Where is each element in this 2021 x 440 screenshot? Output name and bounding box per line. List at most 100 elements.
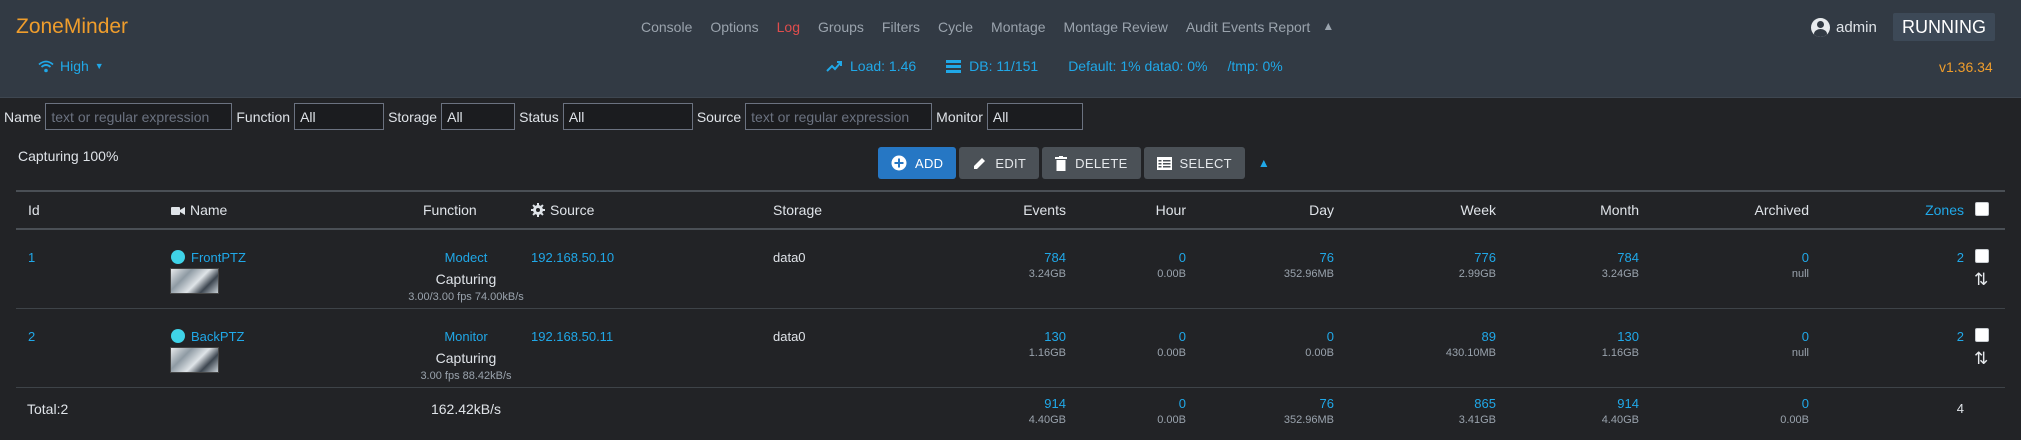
filter-monitor-label: Monitor [936,108,983,125]
totals-row: Total:2 162.42kB/s 914 4.40GB 0 0.00B 76 35… [16,388,2005,428]
function-link[interactable]: Modect [445,250,488,265]
filter-name-label: Name [4,108,42,125]
month-count[interactable]: 130 [1617,329,1639,344]
function-filter-select[interactable]: All [294,103,385,130]
month-cell: 784 3.24GB [1529,250,1639,280]
run-state-button[interactable]: RUNNING [1893,13,1995,41]
menu-cycle[interactable]: Cycle [938,19,973,35]
col-day[interactable]: Day [1224,202,1334,218]
menu-montage[interactable]: Montage [991,19,1045,35]
total-week-cell: 865 3.41GB [1386,396,1496,426]
total-hour[interactable]: 0 [1179,396,1186,411]
function-link[interactable]: Monitor [444,329,487,344]
menu-filters[interactable]: Filters [882,19,920,35]
monitor-name[interactable]: BackPTZ [191,329,244,344]
total-events[interactable]: 914 [1044,396,1066,411]
brand-logo[interactable]: ZoneMinder [16,15,128,39]
col-storage[interactable]: Storage [773,202,822,218]
monitor-name[interactable]: FrontPTZ [191,250,246,265]
select-all-checkbox[interactable] [1975,202,1989,216]
hour-size: 0.00B [1157,268,1186,280]
col-name[interactable]: Name [171,202,227,218]
name-filter-input[interactable]: text or regular expression [45,103,233,130]
table-row: 1 FrontPTZ Modect Capturing 3.00/3.00 fp… [16,230,2005,309]
monitor-table: Id Name Function Source Storage Events H… [16,190,2005,428]
total-week[interactable]: 865 [1474,396,1496,411]
archived-count[interactable]: 0 [1802,329,1809,344]
source-filter-input[interactable]: text or regular expression [745,103,933,130]
zones-count[interactable]: 2 [1854,329,1964,344]
menu-audit-events-report[interactable]: Audit Events Report [1186,19,1311,35]
pencil-icon [974,157,986,169]
hour-count[interactable]: 0 [1179,329,1186,344]
user-avatar-icon [1811,18,1830,37]
hour-count[interactable]: 0 [1179,250,1186,265]
sort-arrows-icon[interactable]: ⇅ [1974,350,1988,368]
capture-status: Capturing [435,271,497,287]
status-dot-icon [171,329,185,343]
week-count[interactable]: 776 [1474,250,1496,265]
events-cell: 130 1.16GB [956,329,1066,359]
load-status: Load: 1.46 [850,58,917,74]
monitor-source[interactable]: 192.168.50.10 [531,250,614,265]
month-count[interactable]: 784 [1617,250,1639,265]
filter-bar: Name text or regular expression Function… [4,103,1087,130]
status-filter-select[interactable]: All [562,103,693,130]
archived-size: null [1791,347,1809,359]
quality-dropdown[interactable]: High ▼ [38,58,104,74]
day-count[interactable]: 76 [1320,250,1334,265]
monitor-filter-select[interactable]: All [986,103,1083,130]
version-link[interactable]: v1.36.34 [1939,59,1993,75]
menu-collapse-icon[interactable]: ▲ [1322,19,1334,35]
total-day-size: 352.96MB [1283,414,1334,426]
monitor-thumbnail[interactable] [170,268,219,294]
list-icon [1156,156,1172,170]
col-hour[interactable]: Hour [1076,202,1186,218]
events-count[interactable]: 784 [1044,250,1066,265]
col-zones[interactable]: Zones [1854,202,1964,218]
col-id[interactable]: Id [28,202,40,218]
monitor-thumbnail[interactable] [170,347,219,373]
monitor-source[interactable]: 192.168.50.11 [531,329,613,344]
toolbar-collapse-icon[interactable]: ▲ [1258,156,1270,170]
week-size: 2.99GB [1458,268,1496,280]
caret-down-icon: ▼ [94,61,104,71]
delete-monitor-button[interactable]: DELETE [1042,147,1141,179]
monitor-id[interactable]: 2 [28,329,35,344]
menu-montage-review[interactable]: Montage Review [1064,19,1168,35]
menu-log[interactable]: Log [777,19,800,35]
col-week[interactable]: Week [1386,202,1496,218]
row-select-checkbox[interactable] [1975,249,1989,263]
menu-groups[interactable]: Groups [818,19,864,35]
zones-count[interactable]: 2 [1854,250,1964,265]
archived-count[interactable]: 0 [1802,250,1809,265]
total-archived[interactable]: 0 [1802,396,1809,411]
user-menu[interactable]: admin [1811,18,1877,37]
col-archived[interactable]: Archived [1699,202,1809,218]
storage-filter-select[interactable]: All [441,103,516,130]
day-count[interactable]: 0 [1327,329,1334,344]
col-events[interactable]: Events [956,202,1066,218]
events-count[interactable]: 130 [1044,329,1066,344]
week-size: 430.10MB [1445,347,1496,359]
row-select-checkbox[interactable] [1975,328,1989,342]
week-count[interactable]: 89 [1482,329,1496,344]
select-monitors-button[interactable]: SELECT [1143,147,1245,179]
total-label: Total:2 [27,401,69,417]
capture-status: Capturing [435,350,497,366]
col-month[interactable]: Month [1529,202,1639,218]
archived-cell: 0 null [1699,329,1809,359]
add-monitor-button[interactable]: ADD [878,147,957,179]
monitor-id[interactable]: 1 [28,250,35,265]
col-function[interactable]: Function [423,202,477,218]
sort-arrows-icon[interactable]: ⇅ [1974,271,1988,289]
col-source[interactable]: Source [531,202,594,218]
menu-console[interactable]: Console [641,19,692,35]
edit-label: EDIT [995,155,1027,171]
table-header: Id Name Function Source Storage Events H… [16,190,2005,230]
edit-monitor-button[interactable]: EDIT [959,147,1040,179]
total-day[interactable]: 76 [1320,396,1334,411]
menu-options[interactable]: Options [710,19,758,35]
total-month[interactable]: 914 [1617,396,1639,411]
capturing-summary: Capturing 100% [18,148,119,164]
